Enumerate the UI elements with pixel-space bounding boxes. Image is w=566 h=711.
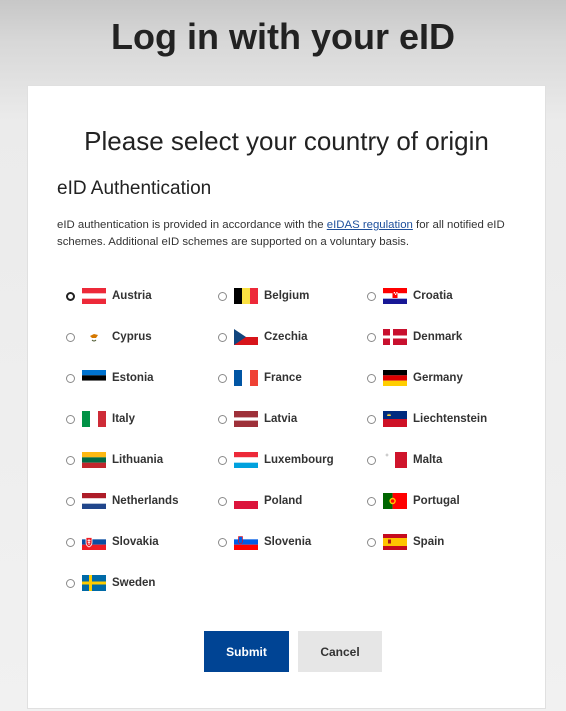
country-label: Croatia [413,290,453,302]
country-radio[interactable] [367,373,376,383]
spain-flag-icon [383,534,407,550]
estonia-flag-icon [82,370,106,386]
country-radio[interactable] [218,414,227,424]
sweden-flag-icon [82,575,106,591]
country-label: Poland [264,495,303,507]
country-option-liechtenstein[interactable]: Liechtenstein [367,409,487,429]
country-label: Czechia [264,331,308,343]
poland-flag-icon [234,493,258,509]
country-option-portugal[interactable]: Portugal [367,491,460,511]
czechia-flag-icon [234,329,258,345]
country-label: Spain [413,536,445,548]
description-text-start: eID authentication is provided in accord… [57,219,327,231]
country-option-slovenia[interactable]: Slovenia [218,532,311,552]
country-radio[interactable] [367,332,376,342]
country-radio[interactable] [218,537,227,547]
belgium-flag-icon [234,288,258,304]
country-label: Luxembourg [264,454,334,466]
country-option-germany[interactable]: Germany [367,368,463,388]
country-option-estonia[interactable]: Estonia [66,368,154,388]
country-label: Liechtenstein [413,413,488,425]
country-option-cyprus[interactable]: Cyprus [66,327,152,347]
germany-flag-icon [383,370,407,386]
card-subheading: eID Authentication [57,178,212,199]
country-radio[interactable] [66,332,75,342]
portugal-flag-icon [383,493,407,509]
country-radio[interactable] [66,373,75,383]
country-radio[interactable] [367,414,376,424]
country-label: Lithuania [112,454,164,466]
country-label: Sweden [112,577,156,589]
luxembourg-flag-icon [234,452,258,468]
country-label: Cyprus [112,331,152,343]
slovenia-flag-icon [234,534,258,550]
country-radio[interactable] [218,455,227,465]
croatia-flag-icon [383,288,407,304]
country-option-austria[interactable]: Austria [66,286,152,306]
latvia-flag-icon [234,411,258,427]
country-radio[interactable] [218,373,227,383]
country-label: Slovenia [264,536,312,548]
austria-flag-icon [82,288,106,304]
eidas-regulation-link[interactable]: eIDAS regulation [327,219,413,231]
country-radio[interactable] [367,291,376,301]
country-radio[interactable] [367,496,376,506]
country-label: Slovakia [112,536,159,548]
italy-flag-icon [82,411,106,427]
country-label: Malta [413,454,443,466]
country-label: Germany [413,372,463,384]
country-label: France [264,372,302,384]
submit-button[interactable]: Submit [204,631,289,672]
country-label: Netherlands [112,495,179,507]
country-option-sweden[interactable]: Sweden [66,573,155,593]
cyprus-flag-icon [82,329,106,345]
country-radio[interactable] [66,496,75,506]
country-option-luxembourg[interactable]: Luxembourg [218,450,334,470]
country-option-spain[interactable]: Spain [367,532,444,552]
country-label: Portugal [413,495,460,507]
country-selection-card: Please select your country of origin eID… [27,85,546,709]
country-radio[interactable] [66,578,75,588]
country-radio[interactable] [367,455,376,465]
description: eID authentication is provided in accord… [57,217,517,251]
country-option-netherlands[interactable]: Netherlands [66,491,178,511]
country-label: Italy [112,413,136,425]
country-radio[interactable] [367,537,376,547]
page-title: Log in with your eID [111,16,455,57]
country-radio[interactable] [66,455,75,465]
country-option-slovakia[interactable]: Slovakia [66,532,159,552]
country-label: Latvia [264,413,298,425]
country-radio[interactable] [218,332,227,342]
country-radio[interactable] [218,496,227,506]
country-label: Austria [112,290,152,302]
cancel-button[interactable]: Cancel [298,631,382,672]
country-option-malta[interactable]: Malta [367,450,442,470]
country-option-poland[interactable]: Poland [218,491,302,511]
country-option-italy[interactable]: Italy [66,409,135,429]
france-flag-icon [234,370,258,386]
slovakia-flag-icon [82,534,106,550]
liechtenstein-flag-icon [383,411,407,427]
country-option-denmark[interactable]: Denmark [367,327,462,347]
country-radio[interactable] [66,291,75,301]
denmark-flag-icon [383,329,407,345]
country-radio[interactable] [66,414,75,424]
malta-flag-icon [383,452,407,468]
country-option-france[interactable]: France [218,368,302,388]
country-radio[interactable] [218,291,227,301]
country-option-lithuania[interactable]: Lithuania [66,450,163,470]
country-option-belgium[interactable]: Belgium [218,286,309,306]
country-option-croatia[interactable]: Croatia [367,286,453,306]
country-label: Estonia [112,372,154,384]
netherlands-flag-icon [82,493,106,509]
country-label: Belgium [264,290,310,302]
country-radio[interactable] [66,537,75,547]
country-option-latvia[interactable]: Latvia [218,409,297,429]
country-label: Denmark [413,331,463,343]
lithuania-flag-icon [82,452,106,468]
country-option-czechia[interactable]: Czechia [218,327,307,347]
card-heading: Please select your country of origin [84,126,489,156]
